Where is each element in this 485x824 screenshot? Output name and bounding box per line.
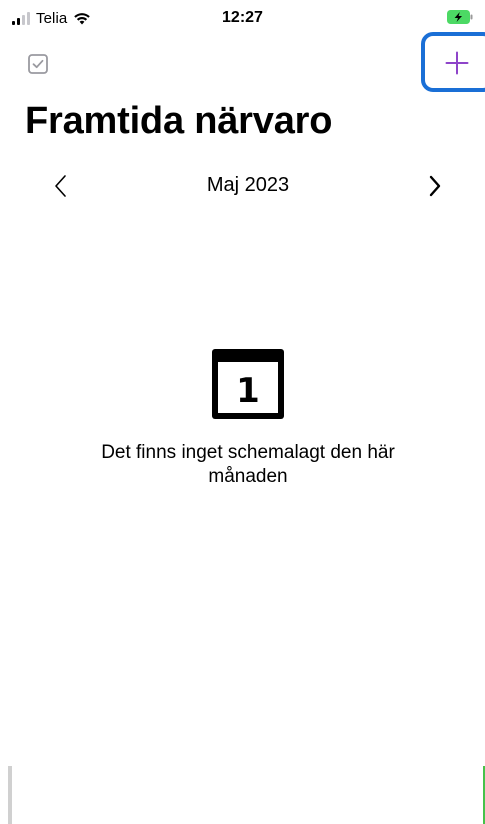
battery-charging-icon: [447, 10, 473, 24]
calendar-icon: 1: [212, 349, 284, 419]
left-edge-divider: [8, 766, 12, 824]
app-screen: Telia 12:27 Framtida närvaro Maj 2023 1 …: [0, 0, 485, 824]
plus-icon[interactable]: [445, 51, 469, 75]
page-title: Framtida närvaro: [25, 100, 333, 142]
status-time: 12:27: [222, 9, 263, 26]
empty-state-message: Det finns inget schemalagt den här månad…: [101, 442, 395, 487]
checkbox-icon[interactable]: [28, 54, 48, 74]
month-label: Maj 2023: [206, 174, 290, 196]
status-bar: Telia 12:27: [0, 0, 485, 36]
chevron-right-icon[interactable]: [424, 172, 446, 200]
calendar-day-number: 1: [236, 371, 260, 411]
